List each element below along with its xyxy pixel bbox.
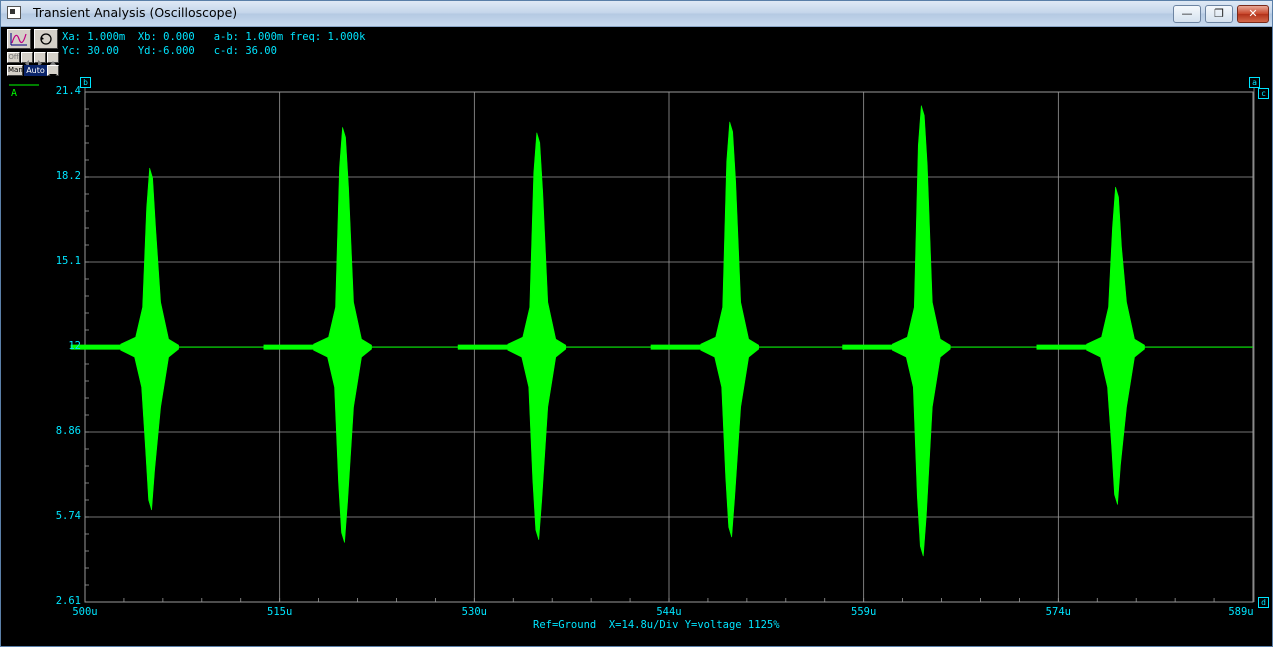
trace-burst — [120, 167, 179, 511]
cursor-c-flag[interactable]: c — [1258, 88, 1269, 99]
x-tick-label: 500u — [72, 606, 98, 618]
cursor-a-flag[interactable]: a — [1249, 77, 1260, 88]
y-tick-label: 12 — [68, 340, 81, 352]
y-tick-label: 8.86 — [55, 425, 81, 437]
x-tick-label: 559u — [851, 606, 877, 618]
y-tick-label: 15.1 — [55, 255, 81, 267]
y-tick-label: 21.4 — [55, 85, 81, 97]
trace-burst — [313, 127, 372, 543]
trace-burst — [1086, 186, 1145, 505]
x-tick-label: 544u — [656, 606, 682, 618]
x-tick-label: 515u — [267, 606, 293, 618]
cursor-b-flag[interactable]: b — [80, 77, 91, 88]
x-tick-label: 530u — [461, 606, 487, 618]
oscilloscope-plot[interactable] — [1, 1, 1272, 646]
y-tick-label: 18.2 — [55, 170, 81, 182]
trace-burst — [700, 121, 759, 538]
scope-status: Ref=Ground X=14.8u/Div Y=voltage 1125% — [533, 619, 780, 631]
x-tick-label: 589u — [1228, 606, 1254, 618]
x-tick-label: 574u — [1045, 606, 1071, 618]
trace-burst — [507, 132, 567, 540]
y-tick-label: 5.74 — [55, 510, 81, 522]
trace-burst — [891, 105, 951, 557]
oscilloscope-window: Transient Analysis (Oscilloscope) — ❐ ✕ … — [0, 0, 1273, 647]
